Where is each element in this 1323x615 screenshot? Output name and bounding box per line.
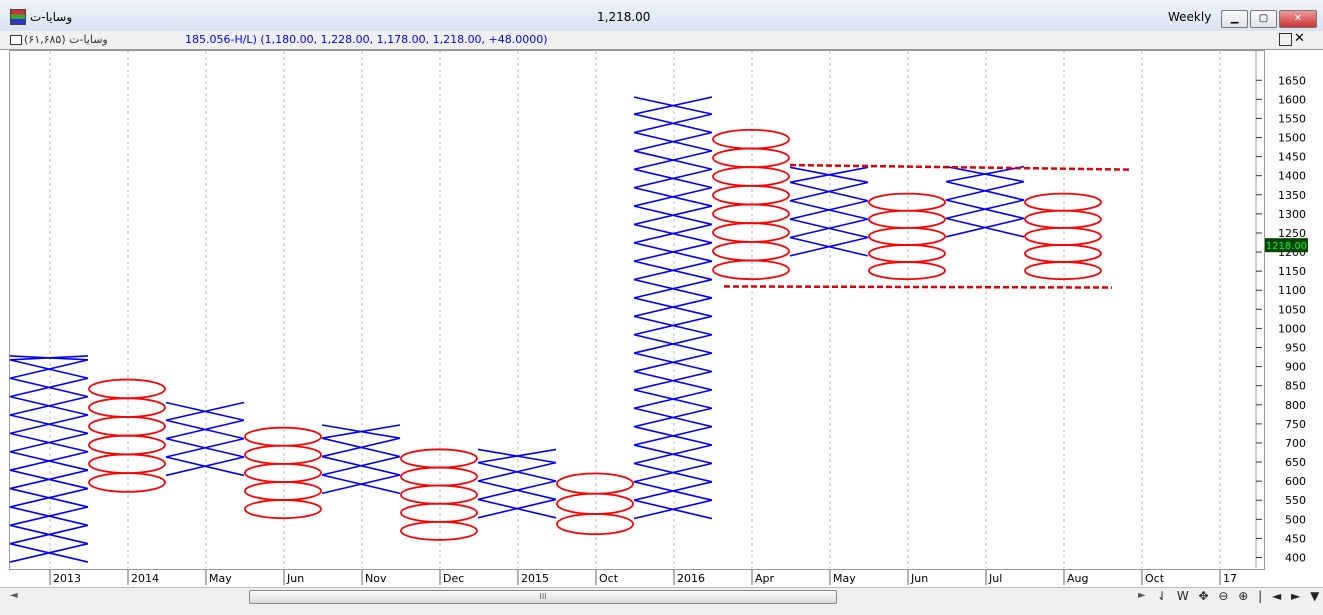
- o-mark: [1024, 192, 1102, 212]
- o-mark: [400, 448, 478, 469]
- scroll-right-icon[interactable]: ►: [1138, 590, 1146, 601]
- o-mark: [88, 378, 166, 400]
- date-axis-label: Oct: [1145, 572, 1165, 585]
- price-tick-label: 800: [1285, 399, 1306, 412]
- date-axis-label: May: [833, 572, 856, 585]
- price-tick-label: 1000: [1278, 322, 1306, 335]
- o-mark: [400, 484, 478, 505]
- o-mark: [712, 240, 790, 262]
- o-mark: [868, 209, 946, 229]
- o-mark: [712, 128, 790, 150]
- o-mark: [712, 147, 790, 169]
- o-mark: [1024, 226, 1102, 246]
- price-tick-label: 900: [1285, 361, 1306, 374]
- price-tick-label: 1150: [1278, 265, 1306, 278]
- price-tick-label: 500: [1285, 513, 1306, 526]
- o-mark: [868, 192, 946, 212]
- o-mark: [712, 184, 790, 206]
- o-mark: [400, 520, 478, 541]
- o-mark: [88, 416, 166, 437]
- o-mark: [712, 259, 790, 281]
- price-tick-label: 400: [1285, 552, 1306, 565]
- o-mark: [400, 466, 478, 487]
- date-axis-label: Jun: [286, 572, 304, 585]
- o-mark: [244, 426, 322, 447]
- date-axis-label: Jul: [988, 572, 1002, 585]
- price-tick-label: 1600: [1278, 93, 1306, 106]
- date-axis-label: Apr: [755, 572, 775, 585]
- o-mark: [868, 261, 946, 281]
- o-mark: [244, 444, 322, 465]
- o-mark: [712, 166, 790, 187]
- o-mark: [556, 492, 634, 515]
- date-axis-label: Nov: [365, 572, 387, 585]
- o-mark: [1024, 209, 1102, 229]
- date-axis-label: 2014: [131, 572, 159, 585]
- o-mark: [712, 203, 790, 225]
- o-mark: [88, 472, 166, 493]
- date-axis-label: 2015: [521, 572, 549, 585]
- current-price-label: 1218.00: [1266, 241, 1307, 252]
- price-tick-label: 600: [1285, 475, 1306, 488]
- pnf-chart: 400 450 500 550 600 650 700 750 800 850 900 950 1000…: [9, 51, 1308, 585]
- date-axis-label: 2013: [53, 572, 81, 585]
- price-tick-label: 1100: [1278, 284, 1306, 297]
- price-tick-label: 550: [1285, 494, 1306, 507]
- price-tick-label: 850: [1285, 380, 1306, 393]
- price-tick-label: 450: [1285, 532, 1306, 545]
- date-axis-label: 2016: [677, 572, 705, 585]
- price-tick-label: 1450: [1278, 151, 1306, 164]
- chart-nav-icons[interactable]: ⇃ W ✥ ⊖ ⊕ | ◄ ► ▼: [1157, 589, 1322, 603]
- o-mark: [88, 453, 166, 475]
- price-tick-label: 1350: [1278, 189, 1306, 202]
- o-mark: [244, 481, 322, 501]
- price-tick-label: 750: [1285, 418, 1306, 431]
- price-tick-label: 1550: [1278, 112, 1306, 125]
- price-tick-label: 1400: [1278, 170, 1306, 183]
- price-tick-label: 700: [1285, 437, 1306, 450]
- date-axis-label: 17: [1223, 572, 1237, 585]
- scroll-thumb[interactable]: III: [249, 590, 837, 604]
- o-mark: [868, 244, 946, 263]
- o-mark: [1024, 261, 1102, 281]
- price-tick-label: 1300: [1278, 208, 1306, 221]
- scroll-left-icon[interactable]: ◄: [10, 590, 18, 601]
- date-axis-label: Oct: [599, 572, 619, 585]
- date-axis-label: Jun: [910, 572, 928, 585]
- date-axis-label: Dec: [443, 572, 464, 585]
- o-mark: [400, 502, 478, 523]
- status-strip: [0, 606, 1323, 615]
- price-tick-label: 650: [1285, 456, 1306, 469]
- o-mark: [88, 397, 166, 418]
- o-mark: [556, 513, 634, 536]
- horizontal-scrollbar[interactable]: ◄ III ► ⇃ W ✥ ⊖ ⊕ | ◄ ► ▼: [0, 587, 1323, 606]
- o-mark: [712, 222, 790, 243]
- o-mark: [868, 226, 946, 246]
- o-mark: [556, 472, 634, 495]
- o-mark: [244, 462, 322, 483]
- date-axis-label: May: [209, 572, 232, 585]
- o-mark: [88, 434, 166, 456]
- o-mark: [1024, 244, 1102, 263]
- price-tick-label: 950: [1285, 342, 1306, 355]
- date-axis-label: Aug: [1067, 572, 1088, 585]
- price-tick-label: 1500: [1278, 132, 1306, 145]
- price-tick-label: 1250: [1278, 227, 1306, 240]
- price-tick-label: 1050: [1278, 303, 1306, 316]
- trendline: [723, 285, 1113, 289]
- o-mark: [244, 499, 322, 520]
- price-tick-label: 1650: [1278, 74, 1306, 87]
